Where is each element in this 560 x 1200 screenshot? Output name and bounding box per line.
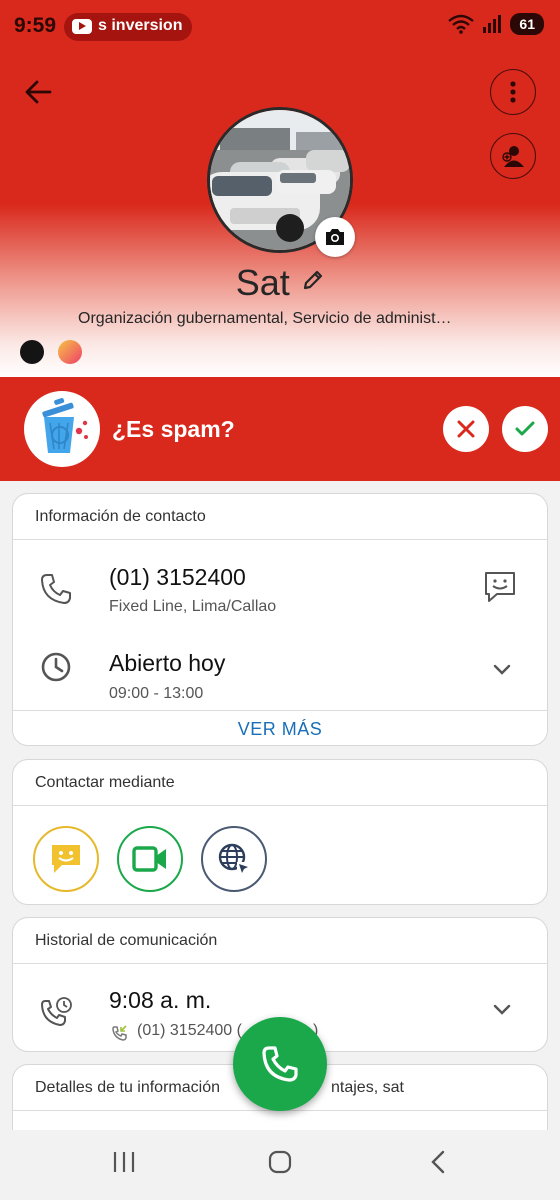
phone-row[interactable]: (01) 3152400 Fixed Line, Lima/Callao	[13, 540, 547, 628]
edit-pencil-icon[interactable]	[302, 269, 324, 291]
see-more-button[interactable]: VER MÁS	[13, 710, 547, 745]
details-title-tail: ntajes, sat	[331, 1079, 404, 1096]
contact-video-button[interactable]	[117, 826, 183, 892]
chevron-down-icon[interactable]	[493, 664, 511, 676]
contact-via-card: Contactar mediante	[12, 759, 548, 905]
not-spam-button[interactable]	[443, 406, 489, 452]
person-add-icon	[502, 146, 524, 167]
contact-web-button[interactable]	[201, 826, 267, 892]
phone-icon	[262, 1046, 298, 1082]
hours-row[interactable]: Abierto hoy 09:00 - 13:00	[13, 628, 547, 712]
contact-info-card: Información de contacto (01) 3152400 Fix…	[12, 493, 548, 746]
add-contact-button[interactable]	[490, 133, 536, 179]
change-photo-button[interactable]	[315, 217, 355, 257]
phone-icon	[41, 574, 71, 604]
back-arrow-icon[interactable]	[22, 76, 54, 108]
phone-number: (01) 3152400	[109, 564, 246, 590]
home-icon[interactable]	[268, 1150, 292, 1174]
contact-category: Organización gubernamental, Servicio de …	[78, 310, 452, 327]
contact-via-title: Contactar mediante	[13, 760, 547, 806]
spam-question: ¿Es spam?	[112, 416, 235, 442]
contact-header: Sat Organización gubernamental, Servicio…	[0, 54, 560, 377]
confirm-spam-button[interactable]	[502, 406, 548, 452]
call-history-icon	[41, 997, 72, 1026]
recent-apps-icon[interactable]	[112, 1150, 136, 1174]
details-title: Detalles de tu información	[35, 1079, 220, 1096]
wifi-icon	[448, 14, 475, 34]
web-icon	[218, 843, 250, 875]
clock-icon	[41, 652, 71, 682]
contact-message-button[interactable]	[33, 826, 99, 892]
history-time: 9:08 a. m.	[109, 987, 212, 1013]
spam-banner: ¿Es spam?	[0, 377, 560, 481]
phone-type: Fixed Line, Lima/Callao	[109, 598, 277, 615]
call-button[interactable]	[233, 1017, 327, 1111]
status-time: 9:59	[14, 14, 57, 37]
hours-status: Abierto hoy	[109, 650, 226, 676]
more-options-button[interactable]	[490, 69, 536, 115]
opening-hours: 09:00 - 13:00	[109, 685, 204, 702]
chevron-down-icon[interactable]	[493, 1004, 511, 1016]
history-title: Historial de comunicación	[13, 918, 547, 964]
incoming-call-icon	[112, 1025, 127, 1041]
contact-info-title: Información de contacto	[13, 494, 547, 540]
nav-back-icon[interactable]	[428, 1150, 448, 1174]
camera-icon	[326, 229, 344, 245]
contact-name: Sat	[235, 262, 290, 303]
video-call-icon	[132, 846, 166, 872]
close-icon	[457, 420, 475, 438]
status-bar: 9:59 s inversion 61	[0, 0, 560, 54]
media-pill[interactable]: s inversion	[64, 13, 192, 41]
spam-bin-icon	[24, 391, 100, 467]
theme-color-black[interactable]	[20, 340, 44, 364]
system-nav-bar	[0, 1130, 560, 1200]
theme-color-gradient[interactable]	[58, 340, 82, 364]
youtube-icon	[72, 19, 92, 34]
signal-icon	[483, 15, 502, 33]
battery-indicator: 61	[510, 13, 544, 35]
message-icon	[52, 845, 80, 873]
more-vert-icon	[510, 81, 516, 103]
history-number: (01) 3152400 (	[137, 1022, 242, 1039]
check-icon	[515, 421, 535, 436]
media-pill-text: s inversion	[98, 17, 183, 34]
message-icon[interactable]	[483, 570, 517, 604]
